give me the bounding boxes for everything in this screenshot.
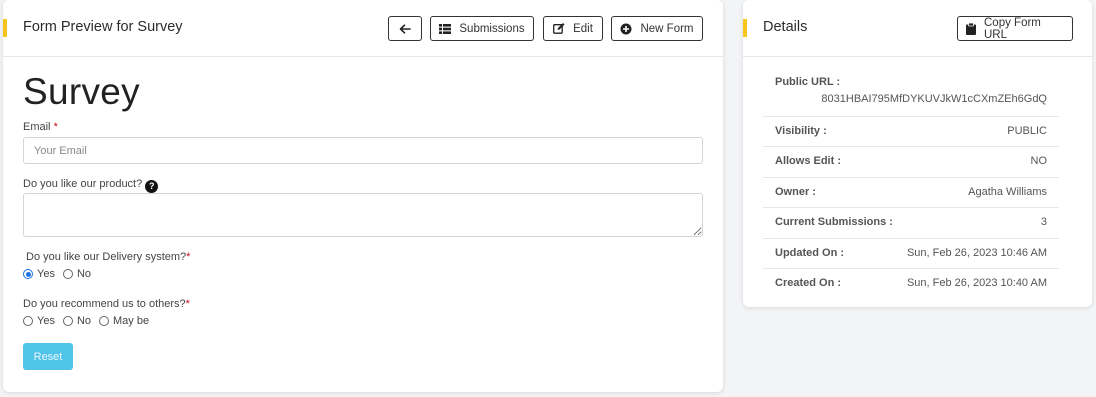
required-mark: * — [53, 121, 58, 133]
detail-row: Visibility : PUBLIC — [763, 117, 1059, 147]
radio[interactable] — [99, 316, 110, 326]
detail-key: Allows Edit : — [775, 155, 841, 167]
product-textarea[interactable] — [23, 193, 703, 237]
delivery-radio-group: Yes No — [23, 268, 99, 280]
option-label: May be — [113, 315, 150, 327]
required-mark: * — [186, 251, 191, 263]
required-mark: * — [185, 298, 190, 310]
radio[interactable] — [23, 316, 33, 326]
form-heading: Survey — [23, 71, 140, 112]
detail-key: Owner : — [775, 186, 816, 198]
header-accent-bar — [3, 19, 7, 37]
reset-button[interactable]: Reset — [23, 343, 73, 370]
detail-key: Current Submissions : — [775, 216, 893, 228]
detail-value: Agatha Williams — [968, 186, 1047, 198]
recommend-option-maybe[interactable]: May be — [99, 315, 149, 327]
detail-value: Sun, Feb 26, 2023 10:40 AM — [906, 277, 1047, 289]
help-icon[interactable]: ? — [145, 179, 159, 193]
detail-row: Current Submissions : 3 — [763, 208, 1059, 239]
option-label: No — [76, 315, 92, 327]
edit-button-label: Edit — [573, 22, 593, 35]
clipboard-icon — [966, 22, 976, 35]
copy-form-url-button[interactable]: Copy Form URL — [957, 16, 1073, 41]
details-card-header: Details Copy Form URL — [743, 0, 1092, 57]
recommend-label: Do you recommend us to others?* — [23, 298, 190, 310]
detail-value-url: 8031HBAI795MfDYKUVJkW1cCXmZEh6GdQ — [821, 93, 1047, 105]
detail-row: Allows Edit : NO — [763, 147, 1059, 178]
email-input[interactable] — [23, 137, 703, 164]
detail-key: Created On : — [775, 277, 842, 289]
detail-value: NO — [1030, 155, 1048, 167]
email-label-text: Email — [23, 121, 51, 133]
recommend-radio-group: Yes No May be — [23, 315, 157, 327]
detail-row: Owner : Agatha Williams — [763, 178, 1059, 208]
detail-key: Public URL : — [775, 76, 841, 88]
recommend-option-yes[interactable]: Yes — [23, 315, 55, 327]
radio[interactable] — [62, 269, 73, 279]
detail-key: Updated On : — [775, 247, 845, 259]
submissions-button[interactable]: Submissions — [430, 16, 534, 41]
detail-row: Created On : Sun, Feb 26, 2023 10:40 AM — [763, 269, 1059, 299]
edit-icon — [553, 23, 565, 34]
detail-key: Visibility : — [775, 125, 827, 137]
option-label: Yes — [37, 315, 55, 327]
detail-row-public-url: Public URL : 8031HBAI795MfDYKUVJkW1cCXmZ… — [763, 57, 1059, 117]
header-accent-bar — [743, 19, 747, 37]
radio-checked[interactable] — [23, 269, 33, 279]
product-label: Do you like our product?? — [23, 178, 159, 193]
recommend-option-no[interactable]: No — [62, 315, 92, 327]
form-preview-card: Form Preview for Survey Submissions Edit… — [3, 0, 723, 392]
arrow-left-icon — [399, 23, 411, 34]
list-icon — [439, 23, 452, 34]
plus-circle-icon — [620, 23, 632, 35]
email-label: Email * — [23, 121, 58, 133]
detail-value: 3 — [1040, 216, 1047, 228]
form-card-header: Form Preview for Survey Submissions Edit… — [3, 0, 723, 57]
option-label: No — [76, 268, 92, 280]
new-form-button[interactable]: New Form — [611, 16, 703, 41]
recommend-label-text: Do you recommend us to others? — [23, 298, 186, 310]
detail-row: Updated On : Sun, Feb 26, 2023 10:46 AM — [763, 239, 1059, 269]
new-form-button-label: New Form — [640, 22, 694, 35]
edit-button[interactable]: Edit — [543, 16, 603, 41]
delivery-option-no[interactable]: No — [62, 268, 92, 280]
radio[interactable] — [62, 316, 73, 326]
copy-form-url-label: Copy Form URL — [984, 16, 1041, 41]
delivery-label-text: Do you like our Delivery system? — [26, 251, 187, 263]
delivery-label: Do you like our Delivery system?* — [26, 251, 190, 263]
form-card-title: Form Preview for Survey — [23, 19, 183, 35]
submissions-button-label: Submissions — [459, 22, 525, 35]
detail-value: PUBLIC — [1007, 125, 1047, 137]
back-button[interactable] — [388, 16, 422, 41]
option-label: Yes — [37, 268, 55, 280]
details-card: Details Copy Form URL Public URL : 8031H… — [743, 0, 1092, 307]
details-card-title: Details — [763, 19, 808, 35]
product-label-text: Do you like our product? — [23, 178, 143, 190]
detail-value: Sun, Feb 26, 2023 10:46 AM — [906, 247, 1047, 259]
delivery-option-yes[interactable]: Yes — [23, 268, 55, 280]
